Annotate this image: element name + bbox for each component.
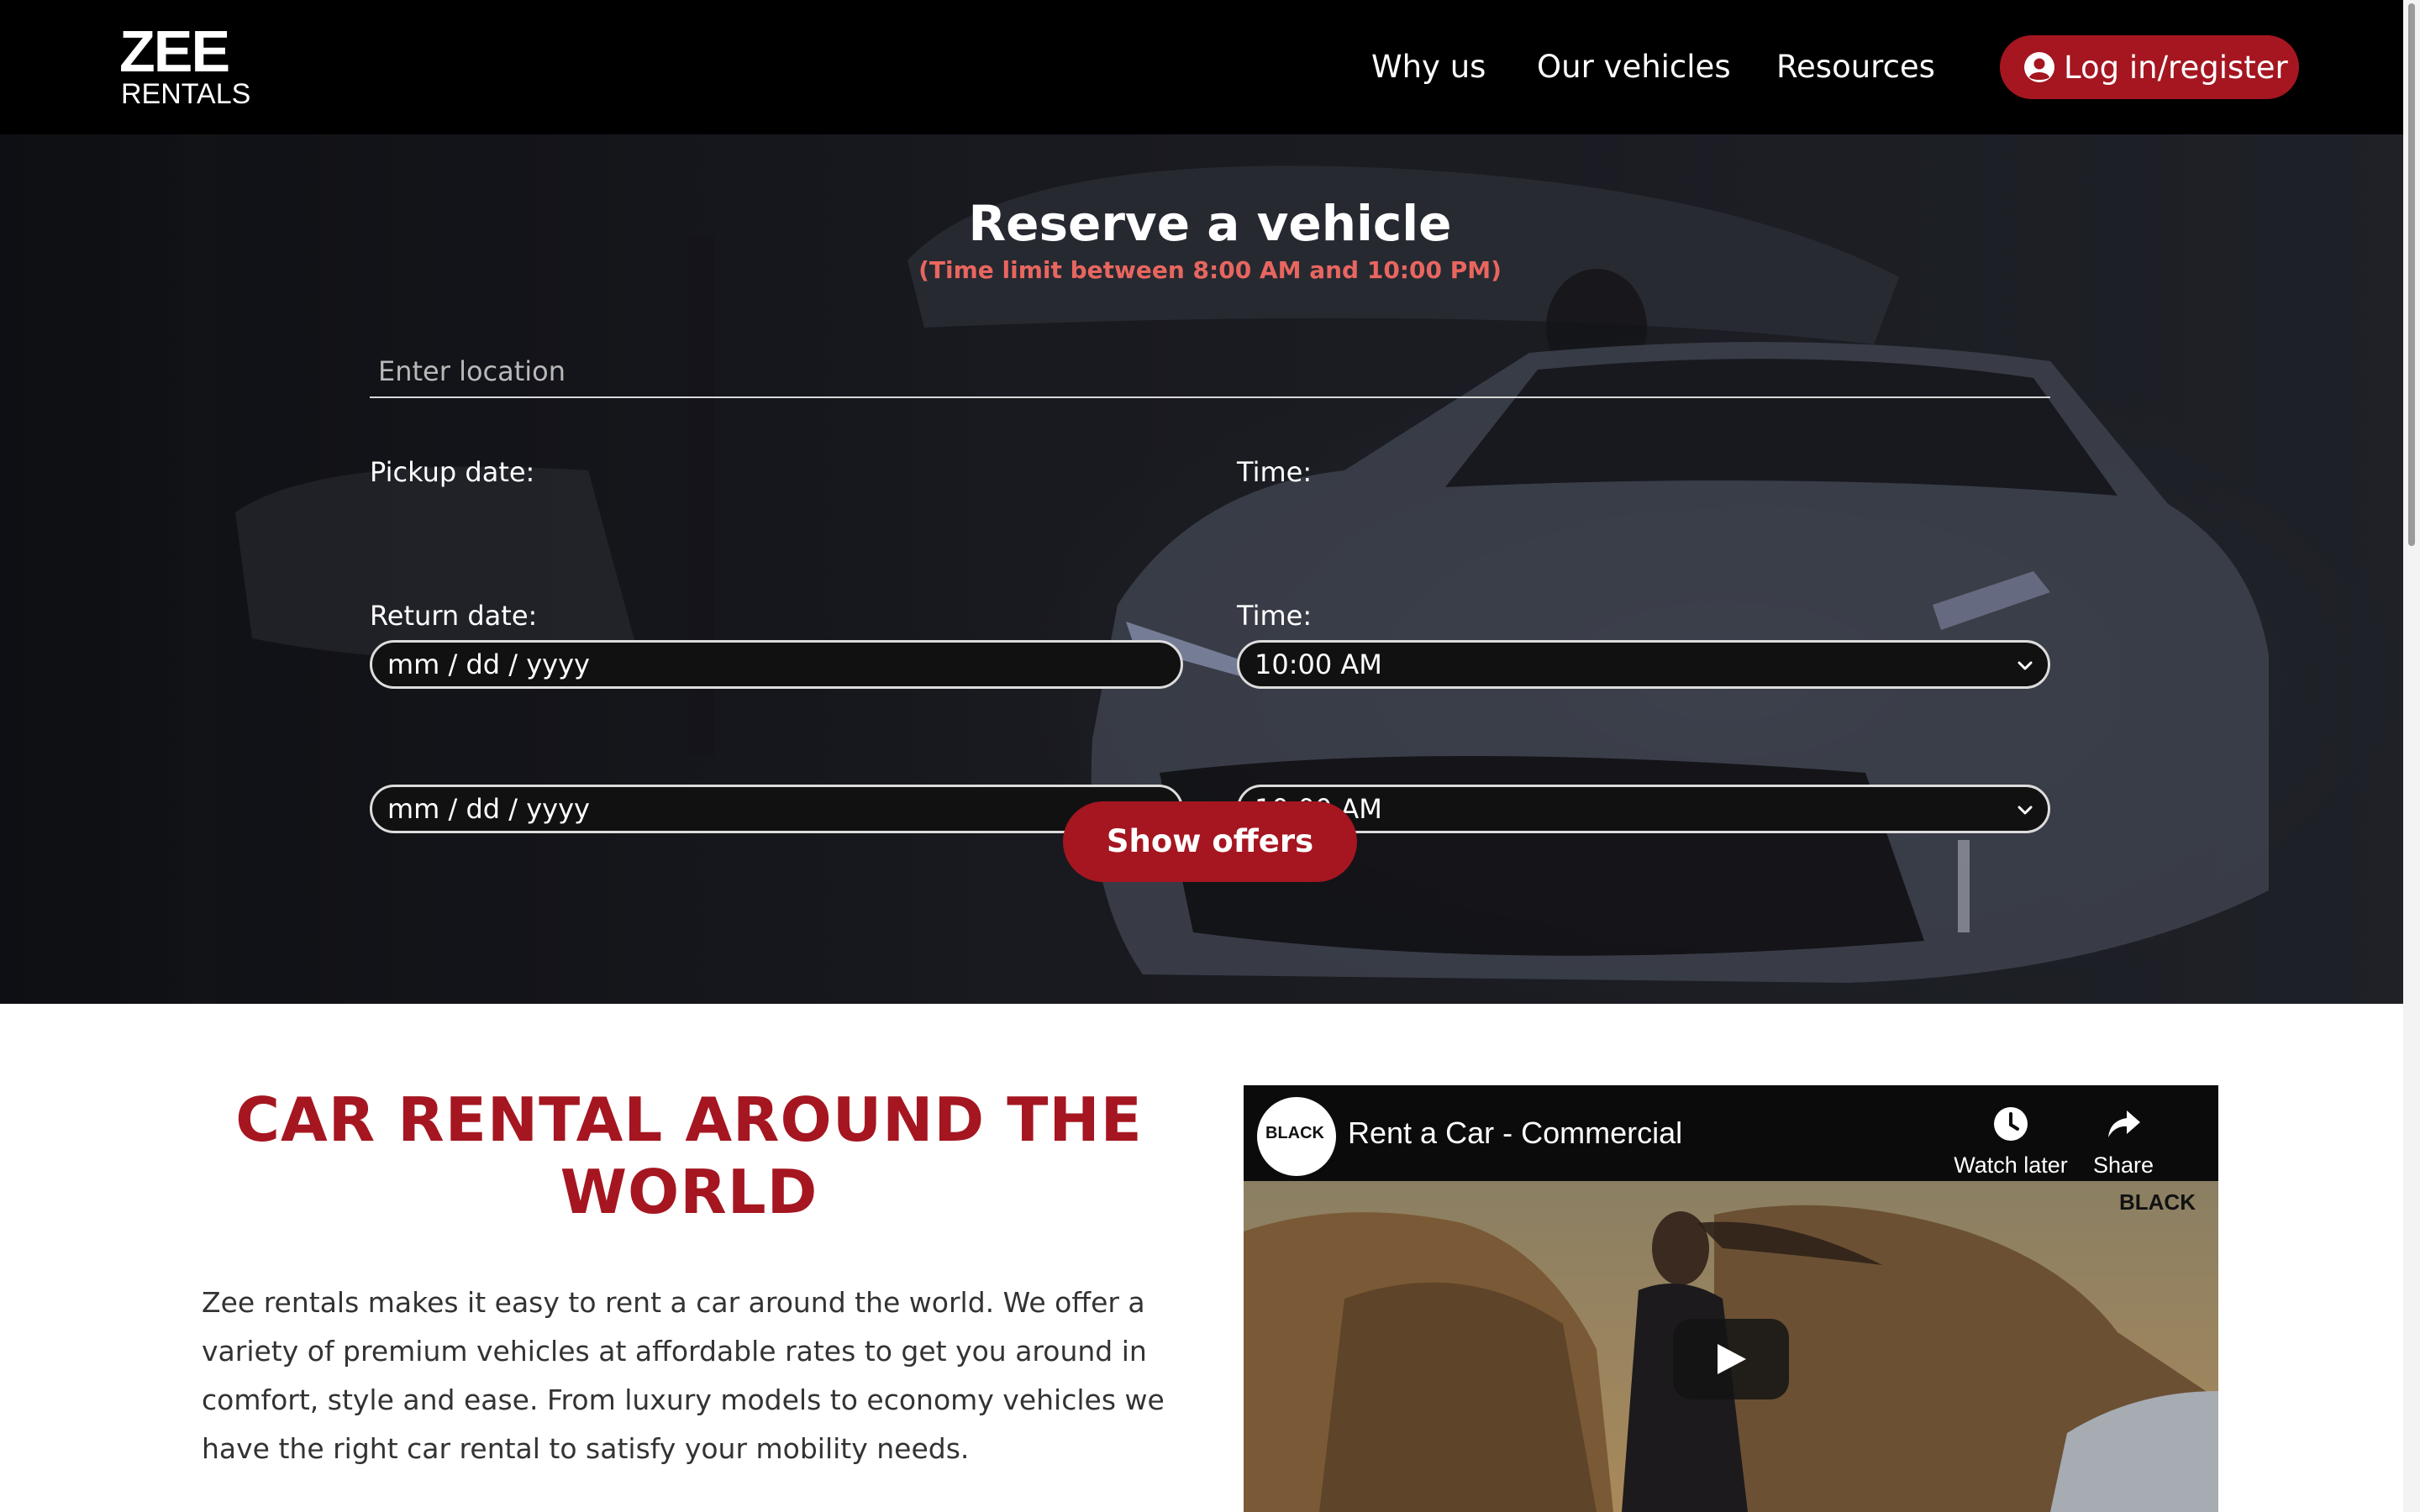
heading-line-1: CAR RENTAL AROUND THE [235, 1084, 1143, 1155]
return-time-label: Time: [1237, 600, 1313, 632]
return-time-select[interactable]: 10:00 AM [1237, 785, 2050, 833]
login-register-label: Log in/register [2064, 49, 2288, 86]
video-title[interactable]: Rent a Car - Commercial [1348, 1116, 1682, 1151]
share-button[interactable]: Share [2077, 1104, 2170, 1179]
pickup-time-value: 10:00 AM [1255, 648, 1382, 680]
nav-link-resources[interactable]: Resources [1776, 46, 1935, 88]
pickup-time-label: Time: [1237, 456, 1313, 488]
channel-avatar[interactable]: BLACK [1257, 1097, 1336, 1176]
pickup-date-input[interactable]: mm / dd / yyyy [370, 640, 1183, 689]
logo-mark: ZEE [119, 18, 230, 84]
video-embed[interactable]: BLACK Rent a Car - Commercial Watch late… [1244, 1085, 2218, 1512]
nav-link-why-us[interactable]: Why us [1371, 46, 1486, 88]
top-navbar: ZEE RENTALS Why us Our vehicles Resource… [0, 0, 2420, 134]
logo-subtitle: RENTALS [121, 78, 251, 110]
chevron-down-icon [2018, 806, 2033, 815]
pickup-time-select[interactable]: 10:00 AM [1237, 640, 2050, 689]
intro-paragraph: Zee rentals makes it easy to rent a car … [202, 1286, 1165, 1465]
return-date-label: Return date: [370, 600, 538, 632]
return-date-value: mm / dd / yyyy [387, 793, 590, 825]
pickup-date-label: Pickup date: [370, 456, 535, 488]
play-icon [1718, 1344, 1746, 1374]
share-label: Share [2092, 1152, 2154, 1178]
car-rental-heading: CAR RENTAL AROUND THE WORLD [202, 1084, 1176, 1228]
site-logo[interactable]: ZEE RENTALS [119, 18, 262, 111]
share-icon [2108, 1110, 2140, 1137]
reserve-title: Reserve a vehicle [968, 195, 1452, 252]
location-input[interactable] [370, 346, 2050, 398]
channel-watermark: BLACK [2119, 1189, 2196, 1215]
channel-name: BLACK [1265, 1124, 1324, 1142]
user-circle-icon [2023, 51, 2055, 83]
hero-reservation: Reserve a vehicle (Time limit between 8:… [0, 134, 2420, 1004]
return-date-input[interactable]: mm / dd / yyyy [370, 785, 1183, 833]
watch-later-label: Watch later [1954, 1152, 2068, 1178]
scrollbar-thumb[interactable] [2408, 3, 2415, 546]
watch-later-button[interactable]: Watch later [1948, 1104, 2074, 1179]
pickup-date-value: mm / dd / yyyy [387, 648, 590, 680]
nav-link-our-vehicles[interactable]: Our vehicles [1537, 46, 1731, 88]
chevron-down-icon [2018, 661, 2033, 670]
show-offers-button[interactable]: Show offers [1063, 801, 1357, 882]
heading-line-2: WORLD [560, 1157, 818, 1227]
login-register-button[interactable]: Log in/register [2000, 35, 2299, 99]
video-header-bar: BLACK Rent a Car - Commercial Watch late… [1244, 1085, 2218, 1181]
clock-icon [1994, 1107, 2028, 1141]
play-button[interactable] [1673, 1319, 1789, 1399]
time-limit-notice: (Time limit between 8:00 AM and 10:00 PM… [918, 256, 1502, 284]
